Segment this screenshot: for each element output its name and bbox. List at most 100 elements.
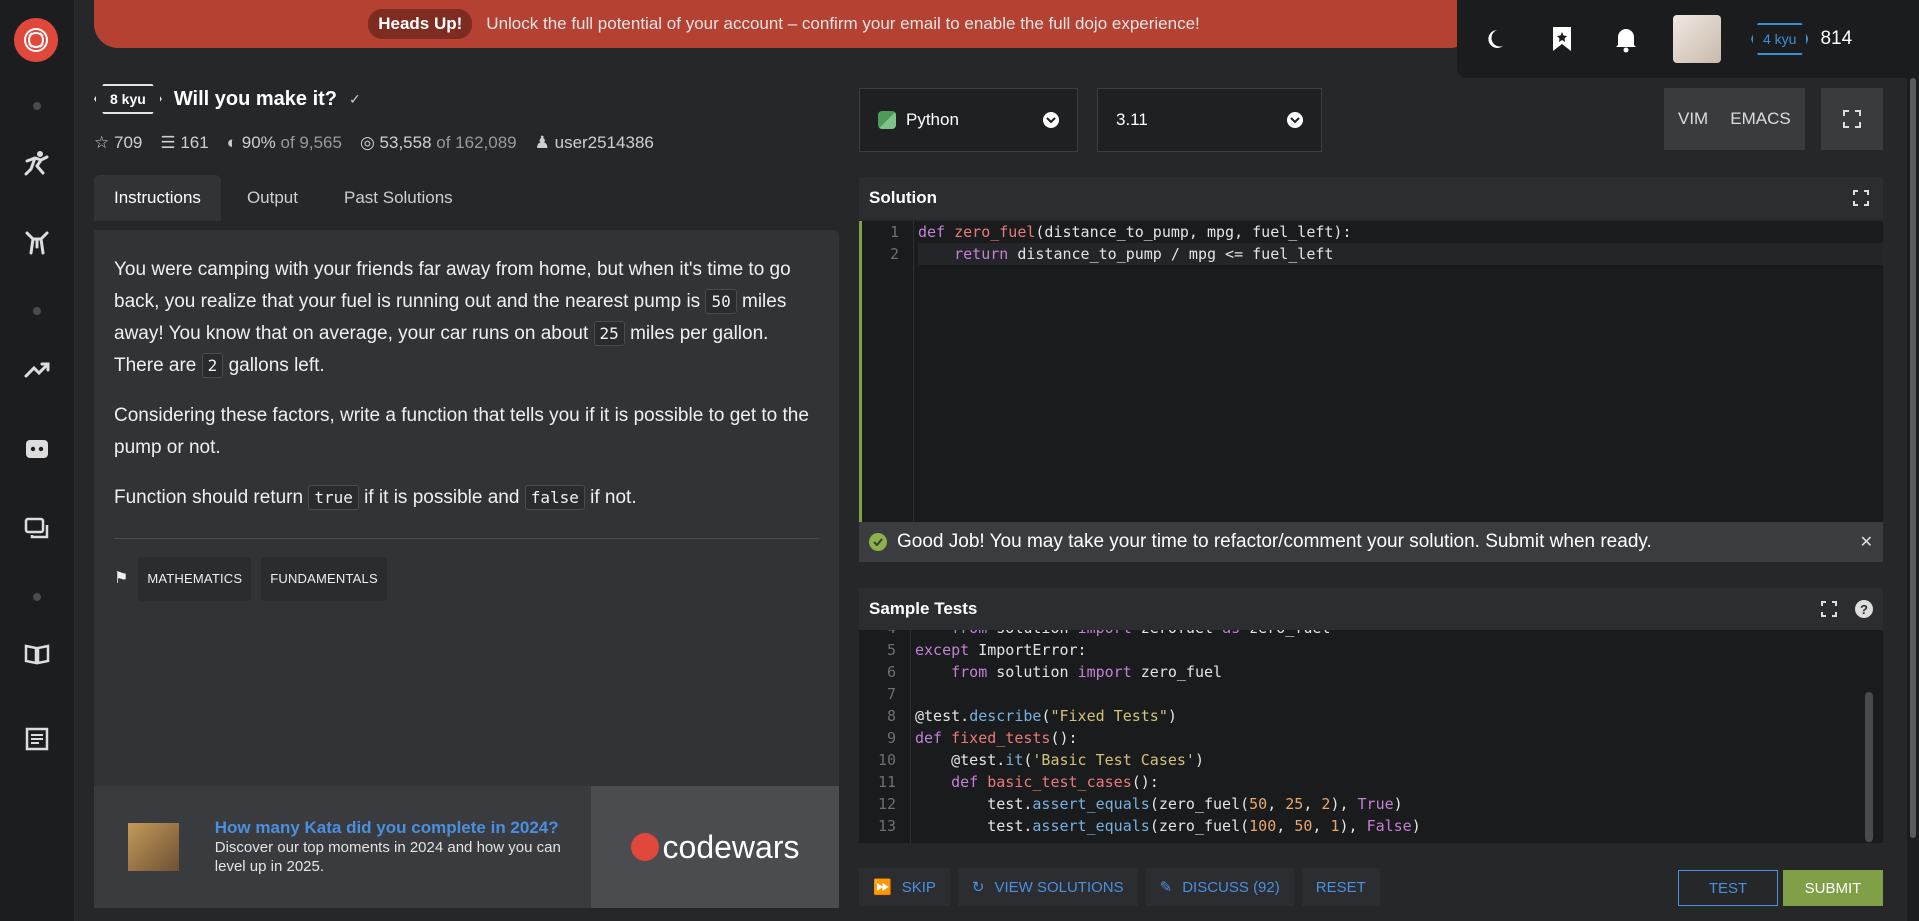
stars-stat[interactable]: ☆ 709 xyxy=(94,133,142,153)
page-scrollbar[interactable] xyxy=(1907,78,1919,921)
instructions-panel: You were camping with your friends far a… xyxy=(94,230,839,786)
tag-list: ⚑ MATHEMATICS FUNDAMENTALS xyxy=(114,557,819,601)
emacs-mode-button[interactable]: EMACS xyxy=(1730,109,1790,129)
left-nav xyxy=(0,0,75,921)
description-tabs: Instructions Output Past Solutions xyxy=(94,175,473,221)
comments-icon: ✎ xyxy=(1159,879,1173,896)
divider xyxy=(114,538,819,539)
sample-tests-editor[interactable]: 45678910111213 from solution import zero… xyxy=(859,630,1883,843)
tag-icon: ⚑ xyxy=(114,570,129,587)
tag-mathematics[interactable]: MATHEMATICS xyxy=(138,557,252,601)
tag-fundamentals[interactable]: FUNDAMENTALS xyxy=(261,557,387,601)
nav-separator xyxy=(33,102,41,110)
fast-forward-icon: ⏩ xyxy=(873,879,892,896)
satisfaction-stat: ◐ 90% of 9,565 xyxy=(226,133,342,152)
promo-content: How many Kata did you complete in 2024? … xyxy=(94,786,591,908)
user-honor: 814 xyxy=(1820,28,1853,49)
promo-title[interactable]: How many Kata did you complete in 2024? xyxy=(215,818,591,838)
training-icon[interactable] xyxy=(20,146,54,180)
view-solutions-button[interactable]: ↻ VIEW SOLUTIONS xyxy=(957,868,1138,906)
codewars-logo-icon xyxy=(630,833,659,861)
email-confirm-banner[interactable]: Heads Up! Unlock the full potential of y… xyxy=(94,0,1474,48)
dropdown-chevron-icon[interactable]: ✓ xyxy=(349,91,361,108)
version-select[interactable]: 3.11 xyxy=(1097,88,1322,152)
vim-mode-button[interactable]: VIM xyxy=(1678,109,1708,129)
success-text: Good Job! You may take your time to refa… xyxy=(897,531,1652,552)
codewars-brand: codewars xyxy=(591,786,839,908)
user-rank-badge: 4 kyu xyxy=(1751,23,1809,55)
instructions-paragraph: Function should return true if it is pos… xyxy=(114,485,637,510)
chevron-down-icon xyxy=(1043,112,1059,128)
fullscreen-button[interactable] xyxy=(1821,88,1883,150)
solution-code[interactable]: def zero_fuel(distance_to_pump, mpg, fue… xyxy=(918,221,1883,265)
dojo-icon[interactable] xyxy=(20,226,54,260)
kata-title: Will you make it? xyxy=(173,87,337,110)
promo-thumbnail xyxy=(128,823,179,871)
check-icon xyxy=(869,533,887,551)
promo-text: How many Kata did you complete in 2024? … xyxy=(215,818,591,876)
python-logo-icon xyxy=(878,111,896,129)
skip-button[interactable]: ⏩ SKIP xyxy=(859,868,950,906)
collections-stat: ☰ 161 xyxy=(160,133,209,152)
sample-tests-title: Sample Tests xyxy=(869,599,978,618)
brand-name: codewars xyxy=(662,828,800,865)
sample-tests-header: Sample Tests ? xyxy=(859,588,1883,630)
tab-output[interactable]: Output xyxy=(227,175,318,221)
expand-icon[interactable] xyxy=(1821,601,1837,617)
docs-book-icon[interactable] xyxy=(20,637,54,671)
solution-title: Solution xyxy=(869,188,937,207)
test-button[interactable]: TEST xyxy=(1678,870,1778,906)
notifications-bell-icon[interactable] xyxy=(1609,22,1643,56)
author-stat[interactable]: ♟ user2514386 xyxy=(535,133,654,153)
layers-icon: ☰ xyxy=(160,133,176,152)
tab-past-solutions[interactable]: Past Solutions xyxy=(324,175,473,221)
promo-card[interactable]: How many Kata did you complete in 2024? … xyxy=(94,786,839,908)
instructions-paragraph: You were camping with your friends far a… xyxy=(114,259,791,378)
nav-separator xyxy=(33,593,41,601)
leaderboard-trend-icon[interactable] xyxy=(20,352,54,386)
submit-button[interactable]: SUBMIT xyxy=(1783,870,1883,906)
instructions-paragraph: Considering these factors, write a funct… xyxy=(114,405,809,458)
dark-mode-moon-icon[interactable] xyxy=(1481,22,1515,56)
expand-icon[interactable] xyxy=(1853,190,1869,206)
close-icon[interactable]: ✕ xyxy=(1860,532,1873,552)
tab-instructions[interactable]: Instructions xyxy=(94,175,221,221)
unlock-icon: ↻ xyxy=(971,879,985,896)
sample-tests-code[interactable]: from solution import zerofuel as zero_fu… xyxy=(915,630,1883,837)
user-icon: ♟ xyxy=(534,133,550,152)
chevron-down-icon xyxy=(1287,112,1303,128)
editor-mode-buttons: VIM EMACS xyxy=(1664,88,1805,150)
language-select[interactable]: Python xyxy=(859,88,1078,152)
kata-stats: ☆ 709 ☰ 161 ◐ 90% of 9,565 ◎ 53,558 of 1… xyxy=(94,133,654,153)
action-bar: ⏩ SKIP ↻ VIEW SOLUTIONS ✎ DISCUSS (92) RESE… xyxy=(859,868,1380,906)
user-topbar: 4 kyu 814 xyxy=(1457,0,1919,78)
user-avatar[interactable] xyxy=(1673,15,1721,63)
discuss-button[interactable]: ✎ DISCUSS (92) xyxy=(1145,868,1294,906)
success-message: Good Job! You may take your time to refa… xyxy=(859,522,1883,562)
target-icon: ◎ xyxy=(359,133,375,152)
blog-news-icon[interactable] xyxy=(20,722,54,756)
kata-header: 8 kyu Will you make it? ✓ xyxy=(94,84,361,114)
star-icon: ☆ xyxy=(94,133,110,152)
promo-body: Discover our top moments in 2024 and how… xyxy=(214,839,561,875)
version-value: 3.11 xyxy=(1116,110,1148,129)
discord-icon[interactable] xyxy=(20,432,54,466)
line-gutter: 45678910111213 xyxy=(859,630,911,843)
codewars-logo-icon[interactable] xyxy=(14,18,58,62)
kata-rank-badge: 8 kyu xyxy=(94,84,162,114)
scrollbar[interactable] xyxy=(1865,692,1873,842)
solution-editor[interactable]: 12 def zero_fuel(distance_to_pump, mpg, … xyxy=(859,221,1883,522)
completed-stat: ◎ 53,558 of 162,089 xyxy=(359,133,517,152)
solution-header: Solution xyxy=(859,177,1883,219)
banner-pill: Heads Up! xyxy=(368,9,473,39)
bookmark-icon[interactable] xyxy=(1545,22,1579,56)
line-gutter: 12 xyxy=(862,221,914,522)
discussions-icon[interactable] xyxy=(20,512,54,546)
language-value: Python xyxy=(906,110,959,129)
reset-button[interactable]: RESET xyxy=(1301,868,1380,906)
help-icon[interactable]: ? xyxy=(1855,600,1873,618)
banner-message: Unlock the full potential of your accoun… xyxy=(486,14,1200,33)
gauge-icon: ◐ xyxy=(226,133,237,152)
nav-separator xyxy=(33,307,41,315)
scroll-thumb[interactable] xyxy=(1910,78,1916,838)
